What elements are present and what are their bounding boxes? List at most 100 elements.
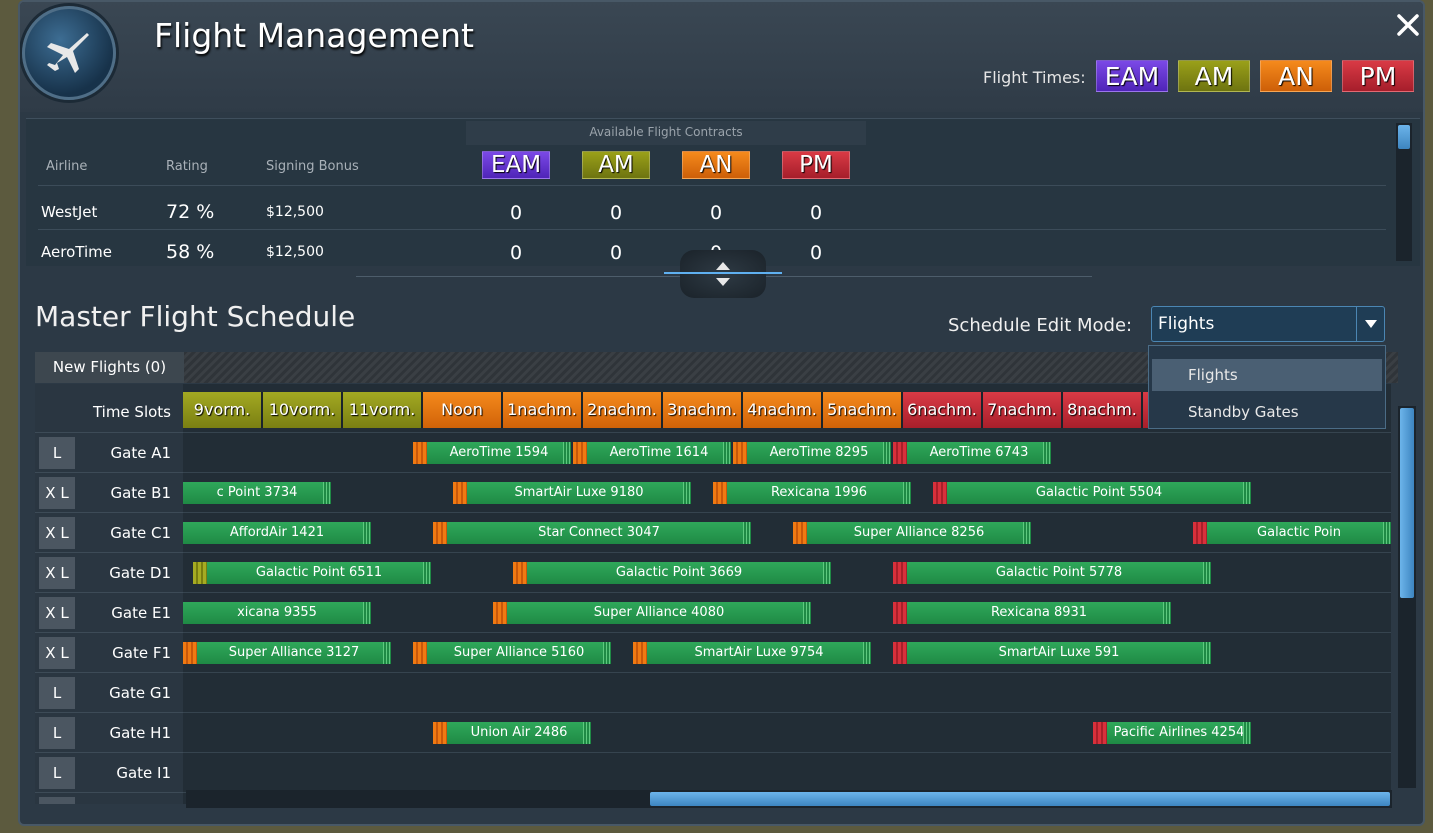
flight-resize-handle[interactable] <box>363 602 371 624</box>
flight-bar[interactable]: Galactic Point 3669 <box>513 562 831 584</box>
gate-row[interactable]: L Gate A1 <box>35 432 183 472</box>
flight-bar[interactable]: AffordAir 1421 <box>183 522 371 544</box>
flight-resize-handle[interactable] <box>603 642 611 664</box>
flight-bar[interactable]: AeroTime 1614 <box>573 442 731 464</box>
flight-resize-handle[interactable] <box>1383 522 1391 544</box>
flight-bar[interactable]: AeroTime 6743 <box>893 442 1051 464</box>
gate-row[interactable]: X L Gate D1 <box>35 552 183 592</box>
flight-time-marker[interactable] <box>1093 722 1107 744</box>
flight-time-marker[interactable] <box>933 482 947 504</box>
flight-resize-handle[interactable] <box>723 442 731 464</box>
flight-time-marker[interactable] <box>633 642 647 664</box>
flight-time-marker[interactable] <box>893 642 907 664</box>
gate-row[interactable]: X L Gate B1 <box>35 472 183 512</box>
flight-time-marker[interactable] <box>453 482 467 504</box>
flight-bar[interactable]: Pacific Airlines 4254 <box>1093 722 1251 744</box>
flight-resize-handle[interactable] <box>863 642 871 664</box>
flight-bar[interactable]: Super Alliance 3127 <box>183 642 391 664</box>
flight-bar[interactable]: Galactic Point 5778 <box>893 562 1211 584</box>
gate-row[interactable]: L Gate H1 <box>35 712 183 752</box>
flight-bar[interactable]: SmartAir Luxe 591 <box>893 642 1211 664</box>
gate-row[interactable]: X L Gate F1 <box>35 632 183 672</box>
edit-mode-dropdown: Flights Standby Gates <box>1148 345 1386 429</box>
flight-bar[interactable]: xicana 9355 <box>183 602 371 624</box>
flight-resize-handle[interactable] <box>423 562 431 584</box>
flight-resize-handle[interactable] <box>1043 442 1051 464</box>
flight-bar[interactable]: Galactic Poin <box>1193 522 1391 544</box>
flight-bar[interactable]: Rexicana 8931 <box>893 602 1171 624</box>
flight-time-marker[interactable] <box>183 642 197 664</box>
contracts-scrollbar[interactable] <box>1396 123 1412 261</box>
flight-time-marker[interactable] <box>433 722 447 744</box>
schedule-title: Master Flight Schedule <box>35 300 356 333</box>
an-count: 0 <box>710 202 723 224</box>
flight-bar[interactable]: SmartAir Luxe 9180 <box>453 482 691 504</box>
flight-resize-handle[interactable] <box>323 482 331 504</box>
flight-bar[interactable]: Super Alliance 8256 <box>793 522 1031 544</box>
flight-resize-handle[interactable] <box>883 442 891 464</box>
flight-time-marker[interactable] <box>733 442 747 464</box>
flight-resize-handle[interactable] <box>823 562 831 584</box>
flight-resize-handle[interactable] <box>583 722 591 744</box>
flight-time-marker[interactable] <box>573 442 587 464</box>
gate-row[interactable]: X L Gate E1 <box>35 592 183 632</box>
flight-resize-handle[interactable] <box>1023 522 1031 544</box>
flight-resize-handle[interactable] <box>1163 602 1171 624</box>
gate-row[interactable]: L Gate J1 <box>35 792 183 804</box>
flight-resize-handle[interactable] <box>1203 562 1211 584</box>
flight-resize-handle[interactable] <box>363 522 371 544</box>
flight-resize-handle[interactable] <box>383 642 391 664</box>
close-icon[interactable] <box>1395 12 1421 38</box>
flight-resize-handle[interactable] <box>1243 722 1251 744</box>
flight-time-marker[interactable] <box>493 602 507 624</box>
flight-time-marker[interactable] <box>193 562 207 584</box>
flight-bar[interactable]: Star Connect 3047 <box>433 522 751 544</box>
flight-bar[interactable]: SmartAir Luxe 9754 <box>633 642 871 664</box>
flight-resize-handle[interactable] <box>683 482 691 504</box>
time-slot: 1nachm. <box>503 392 583 428</box>
flight-time-marker[interactable] <box>713 482 727 504</box>
gate-row[interactable]: X L Gate C1 <box>35 512 183 552</box>
flight-bar[interactable]: Rexicana 1996 <box>713 482 911 504</box>
flight-time-marker[interactable] <box>1193 522 1207 544</box>
dropdown-option-flights[interactable]: Flights <box>1152 359 1382 391</box>
flight-bar[interactable]: AeroTime 1594 <box>413 442 571 464</box>
edit-mode-select[interactable]: Flights <box>1151 306 1385 342</box>
flight-resize-handle[interactable] <box>1203 642 1211 664</box>
flight-label: AeroTime 1594 <box>449 445 549 460</box>
dropdown-option-standby-gates[interactable]: Standby Gates <box>1152 396 1382 428</box>
flight-bar[interactable]: Super Alliance 4080 <box>493 602 811 624</box>
flight-resize-handle[interactable] <box>1243 482 1251 504</box>
available-contracts-caption: Available Flight Contracts <box>466 121 866 145</box>
flight-bar[interactable]: c Point 3734 <box>183 482 331 504</box>
flight-time-marker[interactable] <box>433 522 447 544</box>
chevron-up-down-icon[interactable] <box>714 258 732 290</box>
scrollbar-thumb[interactable] <box>1400 408 1414 598</box>
schedule-vertical-scrollbar[interactable] <box>1398 406 1416 788</box>
flight-times-label: Flight Times: <box>983 68 1086 87</box>
flight-time-marker[interactable] <box>413 642 427 664</box>
chevron-down-icon[interactable] <box>1356 307 1384 341</box>
gate-row[interactable]: L Gate G1 <box>35 672 183 712</box>
scrollbar-thumb[interactable] <box>650 792 1390 806</box>
scrollbar-thumb[interactable] <box>1398 125 1410 149</box>
flight-time-marker[interactable] <box>793 522 807 544</box>
flight-bar[interactable]: AeroTime 8295 <box>733 442 891 464</box>
flight-resize-handle[interactable] <box>803 602 811 624</box>
flight-resize-handle[interactable] <box>903 482 911 504</box>
panel-resize-toggle[interactable] <box>664 250 782 298</box>
flight-time-marker[interactable] <box>893 602 907 624</box>
schedule-horizontal-scrollbar[interactable] <box>186 790 1392 808</box>
time-slot: 6nachm. <box>903 392 983 428</box>
gate-row[interactable]: L Gate I1 <box>35 752 183 792</box>
flight-bar[interactable]: Galactic Point 5504 <box>933 482 1251 504</box>
flight-resize-handle[interactable] <box>743 522 751 544</box>
flight-time-marker[interactable] <box>413 442 427 464</box>
flight-bar[interactable]: Union Air 2486 <box>433 722 591 744</box>
flight-bar[interactable]: Galactic Point 6511 <box>193 562 431 584</box>
flight-time-marker[interactable] <box>893 442 907 464</box>
flight-resize-handle[interactable] <box>563 442 571 464</box>
flight-time-marker[interactable] <box>513 562 527 584</box>
flight-bar[interactable]: Super Alliance 5160 <box>413 642 611 664</box>
flight-time-marker[interactable] <box>893 562 907 584</box>
